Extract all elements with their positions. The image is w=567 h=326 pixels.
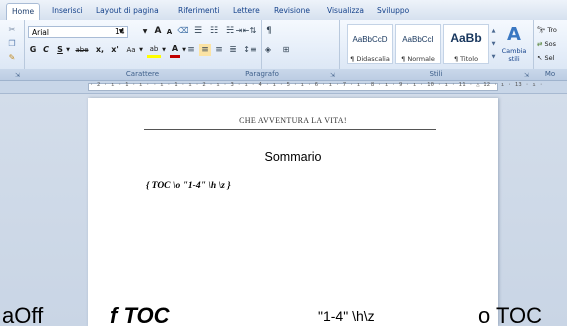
style-name: ¶ Didascalia xyxy=(350,55,390,63)
styles-scroll-down-icon[interactable]: ▼ xyxy=(490,38,497,50)
find-button[interactable]: 🔭︎ Tro xyxy=(537,24,567,36)
editing-group-label: Mo xyxy=(533,69,567,80)
replace-icon: ⇄ xyxy=(537,40,543,48)
grow-font-icon[interactable]: A xyxy=(153,25,163,37)
styles-group-label: Stili xyxy=(339,69,533,80)
ghost-text-1: aOff xyxy=(2,306,44,326)
shrink-font-icon[interactable]: A xyxy=(165,26,174,38)
document-page[interactable]: CHE AVVENTURA LA VITA! Sommario { TOC \o… xyxy=(88,98,498,326)
horizontal-ruler[interactable]: · 2 · ı · 1 · ı · · ı · 1 · ı · 2 · ı · … xyxy=(0,81,567,94)
ghost-text-2: f TOC xyxy=(110,306,170,326)
clear-formatting-icon[interactable]: ⌫ xyxy=(177,25,189,37)
numbering-icon[interactable]: ☷ xyxy=(208,25,220,37)
toc-field-code[interactable]: { TOC \o "1-4" \h \z } xyxy=(146,181,231,191)
borders-icon[interactable]: ⊞ xyxy=(279,44,293,56)
paragraph-group-label: Paragrafo xyxy=(185,69,339,80)
tab-home[interactable]: Home xyxy=(6,3,41,21)
style-didascalia[interactable]: AaBbCcD ¶ Didascalia xyxy=(347,24,393,64)
clipboard-launcher-icon[interactable]: ⇲ xyxy=(14,72,21,79)
ribbon-tab-bar: Home Inserisci Layout di pagina Riferime… xyxy=(0,0,567,21)
page-header-text: CHE AVVENTURA LA VITA! xyxy=(239,116,347,125)
line-spacing-icon[interactable]: ↕≡ xyxy=(243,44,257,56)
superscript-button[interactable]: x' xyxy=(109,44,121,56)
tab-revisione[interactable]: Revisione xyxy=(274,3,310,20)
bold-button[interactable]: G xyxy=(28,44,38,56)
cut-icon[interactable]: ✂ xyxy=(6,24,18,36)
find-label: Tro xyxy=(547,26,557,34)
tab-inserisci[interactable]: Inserisci xyxy=(52,3,83,20)
style-name: ¶ Normale xyxy=(401,55,435,63)
style-normale[interactable]: AaBbCcI ¶ Normale xyxy=(395,24,441,64)
font-size-dropdown-icon[interactable]: ▼ xyxy=(140,26,150,38)
increase-indent-icon[interactable]: ⇥ xyxy=(233,25,245,37)
align-right-icon[interactable]: ≡ xyxy=(213,44,225,56)
bullets-icon[interactable]: ☰ xyxy=(192,25,204,37)
change-styles-icon[interactable]: A xyxy=(500,24,528,46)
tab-sviluppo[interactable]: Sviluppo xyxy=(377,3,409,20)
style-preview: AaBb xyxy=(450,31,482,45)
change-styles-button[interactable]: Cambia stili xyxy=(498,47,530,65)
replace-label: Sos xyxy=(544,40,557,48)
overflow-ghost-text: aOff f TOC "1-4" \h\z o TOC xyxy=(0,306,567,326)
document-title: Sommario xyxy=(264,150,322,164)
sort-icon[interactable]: ⇅ xyxy=(247,25,259,37)
styles-launcher-icon[interactable]: ⇲ xyxy=(523,72,530,79)
ghost-text-3: "1-4" \h\z xyxy=(318,308,375,324)
styles-scroll-up-icon[interactable]: ▲ xyxy=(490,25,497,37)
editing-group: 🔭︎ Tro ⇄ Sos ↖ Sel Mo xyxy=(533,20,567,80)
style-name: ¶ Titolo xyxy=(453,55,479,63)
replace-button[interactable]: ⇄ Sos xyxy=(537,38,567,50)
select-icon: ↖ xyxy=(537,54,543,62)
clipboard-group: ✂ ❐ ✎ ⇲ xyxy=(0,20,25,80)
change-case-button[interactable]: Aa xyxy=(124,44,138,56)
header-divider xyxy=(144,129,436,130)
style-titolo[interactable]: AaBb ¶ Titolo xyxy=(443,24,489,64)
change-case-dropdown-icon[interactable]: ▼ xyxy=(138,44,144,56)
tab-lettere[interactable]: Lettere xyxy=(233,3,260,20)
align-center-icon[interactable]: ≡ xyxy=(199,44,211,56)
subscript-button[interactable]: x, xyxy=(94,44,106,56)
ghost-text-4: o TOC xyxy=(478,306,542,326)
align-left-icon[interactable]: ≡ xyxy=(185,44,197,56)
style-preview: AaBbCcD xyxy=(352,35,388,44)
find-icon: 🔭︎ xyxy=(537,26,546,34)
tab-layout-di-pagina[interactable]: Layout di pagina xyxy=(96,3,159,20)
paragraph-group: ⇥ ⇅ ¶ ≡ ≡ ≡ ≣ ↕≡ ◈ ⊞ Paragrafo ⇲ xyxy=(185,20,340,80)
highlight-dropdown-icon[interactable]: ▼ xyxy=(161,44,167,56)
paragraph-launcher-icon[interactable]: ⇲ xyxy=(329,72,336,79)
italic-button[interactable]: C xyxy=(41,44,51,56)
select-button[interactable]: ↖ Sel xyxy=(537,52,567,64)
shading-icon[interactable]: ◈ xyxy=(261,44,275,56)
select-label: Sel xyxy=(544,54,555,62)
styles-group: AaBbCcD ¶ Didascalia AaBbCcI ¶ Normale A… xyxy=(339,20,534,80)
highlight-button[interactable]: ab xyxy=(147,43,161,58)
underline-button[interactable]: S xyxy=(55,44,65,56)
show-marks-icon[interactable]: ¶ xyxy=(263,25,275,37)
format-painter-icon[interactable]: ✎ xyxy=(6,52,18,64)
styles-more-icon[interactable]: ▼ xyxy=(490,51,497,63)
ruler-marks: · 2 · ı · 1 · ı · · ı · 1 · ı · 2 · ı · … xyxy=(90,82,543,88)
copy-icon[interactable]: ❐ xyxy=(6,38,18,50)
tab-riferimenti[interactable]: Riferimenti xyxy=(178,3,219,20)
tab-visualizza[interactable]: Visualizza xyxy=(327,3,364,20)
justify-icon[interactable]: ≣ xyxy=(227,44,239,56)
underline-dropdown-icon[interactable]: ▼ xyxy=(65,44,71,56)
strikethrough-button[interactable]: abe xyxy=(73,44,91,56)
style-preview: AaBbCcI xyxy=(402,35,434,44)
font-color-button[interactable]: A xyxy=(170,43,180,58)
ribbon: ✂ ❐ ✎ ⇲ Arial ▼ 14 ▼ A A ⌫ G C S ▼ abe x… xyxy=(0,20,567,81)
